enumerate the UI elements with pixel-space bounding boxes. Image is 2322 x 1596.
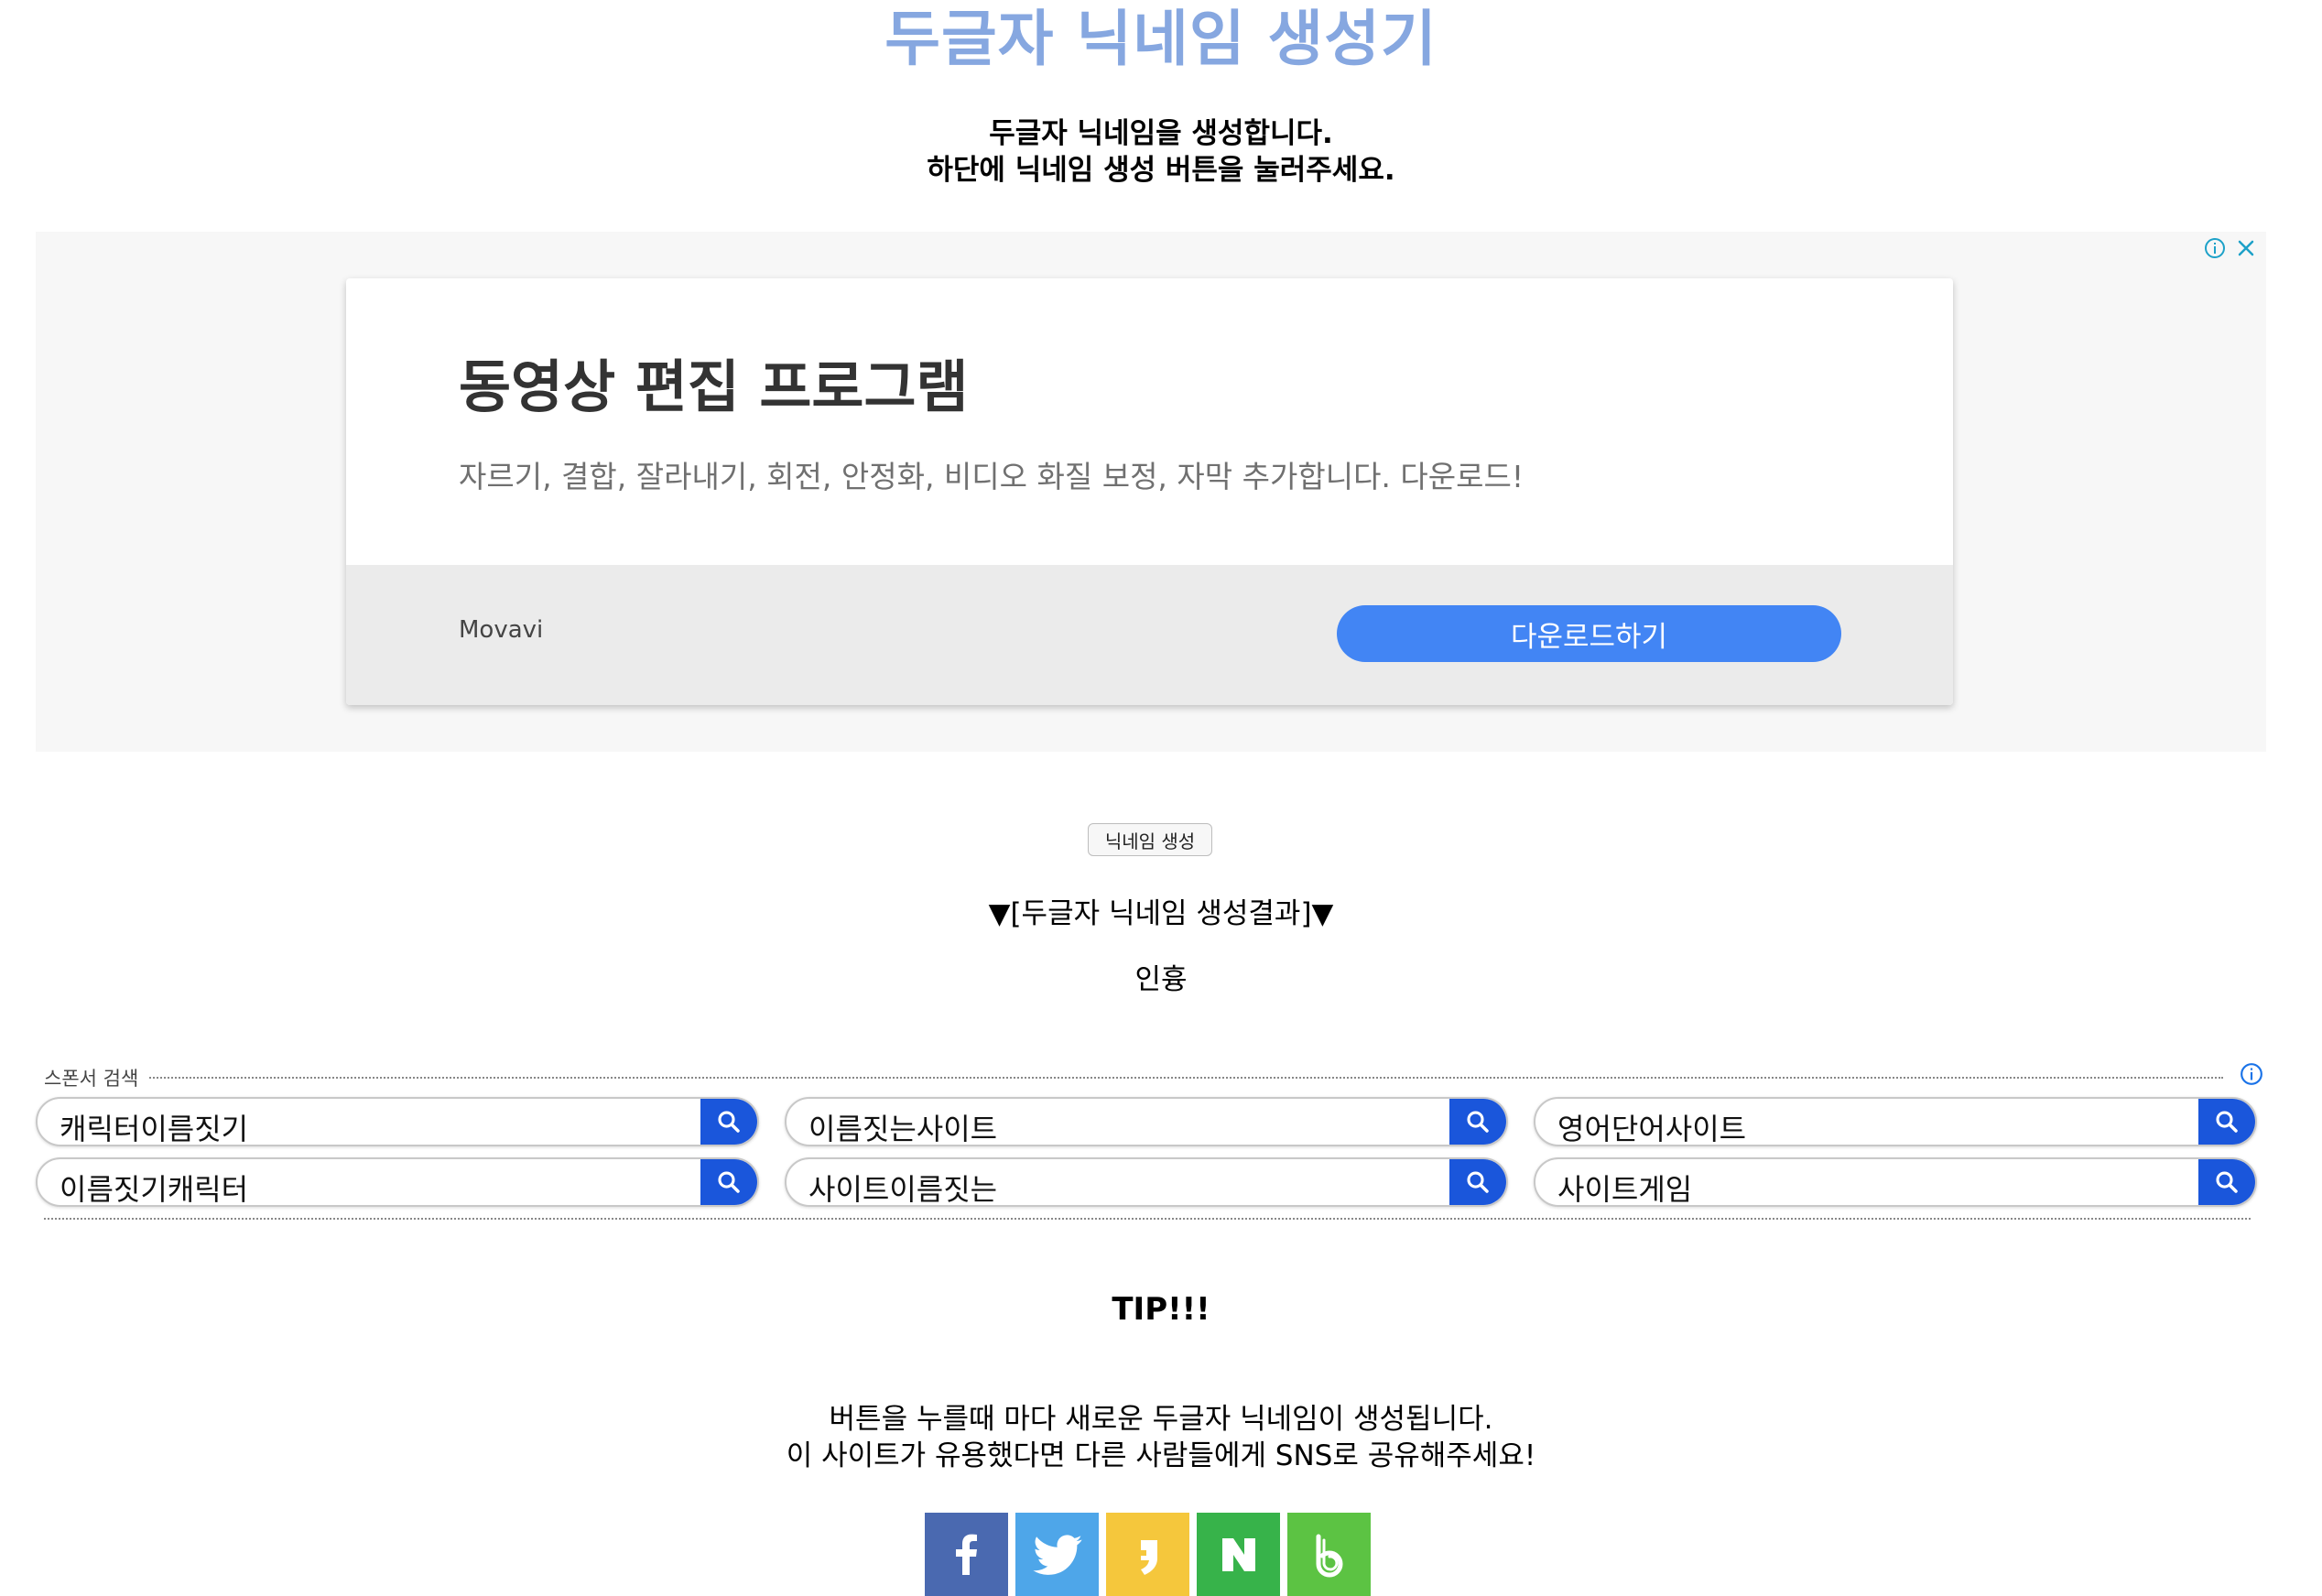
band-share-button[interactable] (1287, 1513, 1371, 1596)
search-button[interactable] (700, 1099, 757, 1145)
kakaostory-icon (1140, 1539, 1157, 1575)
tip-line-2: 이 사이트가 유용했다면 다른 사람들에게 SNS로 공유해주세요! (786, 1439, 1536, 1472)
sponsor-divider-top (44, 1077, 2223, 1079)
ad-card[interactable]: 동영상 편집 프로그램 자르기, 결합, 잘라내기, 회전, 안정화, 비디오 … (346, 278, 1953, 705)
search-button[interactable] (700, 1159, 757, 1205)
search-icon (2216, 1111, 2238, 1133)
naver-icon (1221, 1537, 1255, 1571)
result-heading: ▼[두글자 닉네임 생성결과]▼ (988, 897, 1334, 930)
search-button[interactable] (2198, 1159, 2255, 1205)
sponsor-search-term[interactable]: 영어단어사이트 (1557, 1106, 1746, 1145)
search-button[interactable] (1449, 1159, 1506, 1205)
search-icon (2216, 1171, 2238, 1193)
sponsor-info-icon[interactable] (2240, 1062, 2265, 1088)
sponsor-divider-bottom (44, 1218, 2251, 1220)
sponsor-search-term[interactable]: 사이트게임 (1557, 1167, 1692, 1205)
ad-footer: Movavi 다운로드하기 (346, 565, 1953, 705)
naver-share-button[interactable] (1197, 1513, 1280, 1596)
kakaostory-share-button[interactable] (1106, 1513, 1189, 1596)
sponsor-search-box[interactable]: 영어단어사이트 (1534, 1097, 2257, 1146)
sponsor-label: 스폰서 검색 (44, 1064, 148, 1091)
sponsor-search-term[interactable]: 이름짓는사이트 (808, 1106, 997, 1145)
ad-brand[interactable]: Movavi (459, 616, 543, 644)
band-icon (1316, 1534, 1342, 1577)
facebook-share-button[interactable] (925, 1513, 1008, 1596)
search-button[interactable] (2198, 1099, 2255, 1145)
sponsor-search-box[interactable]: 이름짓는사이트 (785, 1097, 1508, 1146)
intro-line-1: 두글자 닉네임을 생성합니다. (989, 117, 1333, 150)
sponsor-search-term[interactable]: 사이트이름짓는 (808, 1167, 997, 1205)
sponsor-search-term[interactable]: 이름짓기캐릭터 (60, 1167, 248, 1205)
facebook-icon (955, 1534, 977, 1575)
ad-info-icon[interactable] (2202, 235, 2228, 261)
sponsor-search-term[interactable]: 캐릭터이름짓기 (60, 1106, 248, 1145)
ad-controls (2202, 235, 2259, 261)
intro-text: 두글자 닉네임을 생성합니다. 하단에 닉네임 생성 버튼을 눌러주세요. (0, 115, 2322, 189)
search-button[interactable] (1449, 1099, 1506, 1145)
tip-title: TIP!!! (1112, 1291, 1210, 1328)
search-icon (718, 1171, 740, 1193)
tip-body: 버튼을 누를때 마다 새로운 두글자 닉네임이 생성됩니다. 이 사이트가 유용… (0, 1401, 2322, 1474)
share-buttons (925, 1513, 1371, 1596)
result-value: 인흉 (1134, 963, 1188, 996)
search-icon (1467, 1111, 1489, 1133)
sponsor-search-box[interactable]: 캐릭터이름짓기 (36, 1097, 759, 1146)
page-title: 두글자 닉네임 생성기 (884, 4, 1438, 74)
ad-close-icon[interactable] (2233, 235, 2259, 261)
sponsor-search-box[interactable]: 사이트게임 (1534, 1157, 2257, 1207)
ad-description: 자르기, 결합, 잘라내기, 회전, 안정화, 비디오 화질 보정, 자막 추가… (459, 459, 1524, 494)
search-icon (718, 1111, 740, 1133)
search-icon (1467, 1171, 1489, 1193)
ad-headline[interactable]: 동영상 편집 프로그램 (459, 341, 969, 423)
sponsor-search-box[interactable]: 사이트이름짓는 (785, 1157, 1508, 1207)
generate-nickname-button[interactable]: 닉네임 생성 (1088, 823, 1212, 856)
ad-banner: 동영상 편집 프로그램 자르기, 결합, 잘라내기, 회전, 안정화, 비디오 … (36, 232, 2266, 752)
sponsor-search-box[interactable]: 이름짓기캐릭터 (36, 1157, 759, 1207)
ad-download-button[interactable]: 다운로드하기 (1337, 605, 1841, 662)
tip-line-1: 버튼을 누를때 마다 새로운 두글자 닉네임이 생성됩니다. (829, 1403, 1493, 1436)
twitter-share-button[interactable] (1015, 1513, 1099, 1596)
intro-line-2: 하단에 닉네임 생성 버튼을 눌러주세요. (927, 154, 1395, 187)
